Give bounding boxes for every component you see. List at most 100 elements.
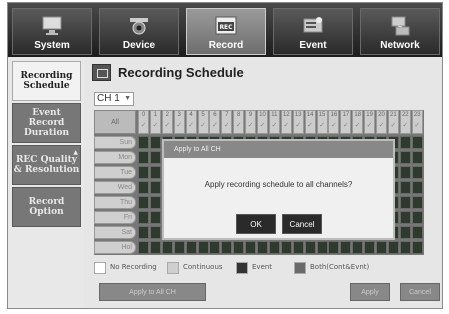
schedule-cell[interactable] — [328, 241, 340, 254]
tab-network[interactable]: Network — [360, 8, 440, 55]
hour-header[interactable]: 20 ✓ — [376, 110, 387, 134]
hour-header[interactable]: 2 ✓ — [161, 110, 173, 134]
schedule-cell[interactable] — [387, 241, 399, 254]
day-row-button[interactable]: Mon — [94, 151, 136, 164]
day-row-button[interactable]: Tue — [94, 166, 136, 179]
sidebar-item-event-record-duration[interactable]: Event Record Duration — [12, 103, 81, 143]
apply-all-channels-button[interactable]: Apply to All CH — [99, 283, 206, 301]
schedule-cell[interactable] — [411, 226, 423, 239]
schedule-cell[interactable] — [173, 241, 185, 254]
tab-system[interactable]: System — [12, 8, 92, 55]
schedule-cell[interactable] — [149, 181, 161, 194]
hour-header[interactable]: 17 ✓ — [340, 110, 352, 134]
hour-header[interactable]: 18 ✓ — [352, 110, 364, 134]
hour-header[interactable]: 4 ✓ — [185, 110, 197, 134]
hour-header[interactable]: 23 ✓ — [411, 110, 423, 134]
schedule-cell[interactable] — [411, 241, 423, 254]
schedule-cell[interactable] — [149, 166, 161, 179]
schedule-cell[interactable] — [149, 226, 161, 239]
schedule-cell[interactable] — [138, 151, 149, 164]
hour-header[interactable]: 0 ✓ — [138, 110, 149, 134]
schedule-cell[interactable] — [268, 241, 280, 254]
schedule-cell[interactable] — [340, 241, 352, 254]
schedule-cell[interactable] — [411, 211, 423, 224]
hour-header[interactable]: 19 ✓ — [364, 110, 376, 134]
hour-header[interactable]: 9 ✓ — [245, 110, 257, 134]
schedule-cell[interactable] — [149, 196, 161, 209]
hour-header[interactable]: 1 ✓ — [149, 110, 161, 134]
schedule-cell[interactable] — [376, 241, 387, 254]
day-row-button[interactable]: Wed — [94, 181, 136, 194]
tab-event[interactable]: Event — [273, 8, 353, 55]
schedule-cell[interactable] — [197, 241, 209, 254]
sidebar-item-rec-quality[interactable]: ▲ REC Quality & Resolution — [12, 145, 81, 185]
schedule-cell[interactable] — [399, 181, 411, 194]
select-all-button[interactable]: All — [94, 110, 136, 134]
apply-button[interactable]: Apply — [350, 283, 390, 301]
schedule-cell[interactable] — [304, 241, 316, 254]
schedule-cell[interactable] — [399, 211, 411, 224]
schedule-cell[interactable] — [280, 241, 292, 254]
hour-header[interactable]: 12 ✓ — [280, 110, 292, 134]
schedule-cell[interactable] — [292, 241, 304, 254]
schedule-cell[interactable] — [316, 241, 328, 254]
schedule-cell[interactable] — [138, 196, 149, 209]
day-row-button[interactable]: Sat — [94, 226, 136, 239]
hour-header[interactable]: 5 ✓ — [197, 110, 209, 134]
schedule-cell[interactable] — [233, 241, 245, 254]
hour-header[interactable]: 6 ✓ — [209, 110, 221, 134]
schedule-cell[interactable] — [161, 241, 173, 254]
schedule-cell[interactable] — [185, 241, 197, 254]
hour-header[interactable]: 22 ✓ — [399, 110, 411, 134]
schedule-cell[interactable] — [411, 196, 423, 209]
hour-header[interactable]: 8 ✓ — [233, 110, 245, 134]
hour-header[interactable]: 10 ✓ — [257, 110, 268, 134]
schedule-cell[interactable] — [411, 151, 423, 164]
schedule-cell[interactable] — [149, 136, 161, 149]
day-row-button[interactable]: Sun — [94, 136, 136, 149]
hour-header[interactable]: 14 ✓ — [304, 110, 316, 134]
schedule-cell[interactable] — [138, 181, 149, 194]
day-row-button[interactable]: Thu — [94, 196, 136, 209]
schedule-cell[interactable] — [411, 136, 423, 149]
schedule-cell[interactable] — [411, 181, 423, 194]
tab-device[interactable]: Device — [99, 8, 179, 55]
schedule-cell[interactable] — [138, 211, 149, 224]
hour-header[interactable]: 3 ✓ — [173, 110, 185, 134]
schedule-cell[interactable] — [364, 241, 376, 254]
schedule-cell[interactable] — [209, 241, 221, 254]
schedule-cell[interactable] — [399, 196, 411, 209]
schedule-cell[interactable] — [149, 151, 161, 164]
schedule-cell[interactable] — [399, 136, 411, 149]
schedule-cell[interactable] — [245, 241, 257, 254]
schedule-cell[interactable] — [399, 151, 411, 164]
schedule-cell[interactable] — [352, 241, 364, 254]
sidebar-item-recording-schedule[interactable]: Recording Schedule — [12, 61, 81, 101]
schedule-cell[interactable] — [399, 241, 411, 254]
schedule-cell[interactable] — [138, 136, 149, 149]
schedule-cell[interactable] — [257, 241, 268, 254]
sidebar-item-record-option[interactable]: Record Option — [12, 187, 81, 227]
schedule-cell[interactable] — [149, 241, 161, 254]
dialog-cancel-button[interactable]: Cancel — [282, 214, 322, 234]
channel-select[interactable]: CH 1 ▼ — [94, 92, 134, 106]
hour-header[interactable]: 13 ✓ — [292, 110, 304, 134]
schedule-cell[interactable] — [221, 241, 233, 254]
hour-header[interactable]: 15 ✓ — [316, 110, 328, 134]
schedule-cell[interactable] — [138, 241, 149, 254]
day-row-button[interactable]: Fri — [94, 211, 136, 224]
day-row-button[interactable]: Hol — [94, 241, 136, 254]
schedule-cell[interactable] — [138, 166, 149, 179]
hour-header[interactable]: 21 ✓ — [387, 110, 399, 134]
schedule-cell[interactable] — [138, 226, 149, 239]
tab-record[interactable]: REC Record — [186, 8, 266, 55]
hour-header[interactable]: 16 ✓ — [328, 110, 340, 134]
schedule-cell[interactable] — [411, 166, 423, 179]
hour-header[interactable]: 7 ✓ — [221, 110, 233, 134]
cancel-button[interactable]: Cancel — [400, 283, 440, 301]
hour-header[interactable]: 11 ✓ — [268, 110, 280, 134]
schedule-cell[interactable] — [149, 211, 161, 224]
dialog-ok-button[interactable]: OK — [236, 214, 276, 234]
schedule-cell[interactable] — [399, 226, 411, 239]
schedule-cell[interactable] — [399, 166, 411, 179]
